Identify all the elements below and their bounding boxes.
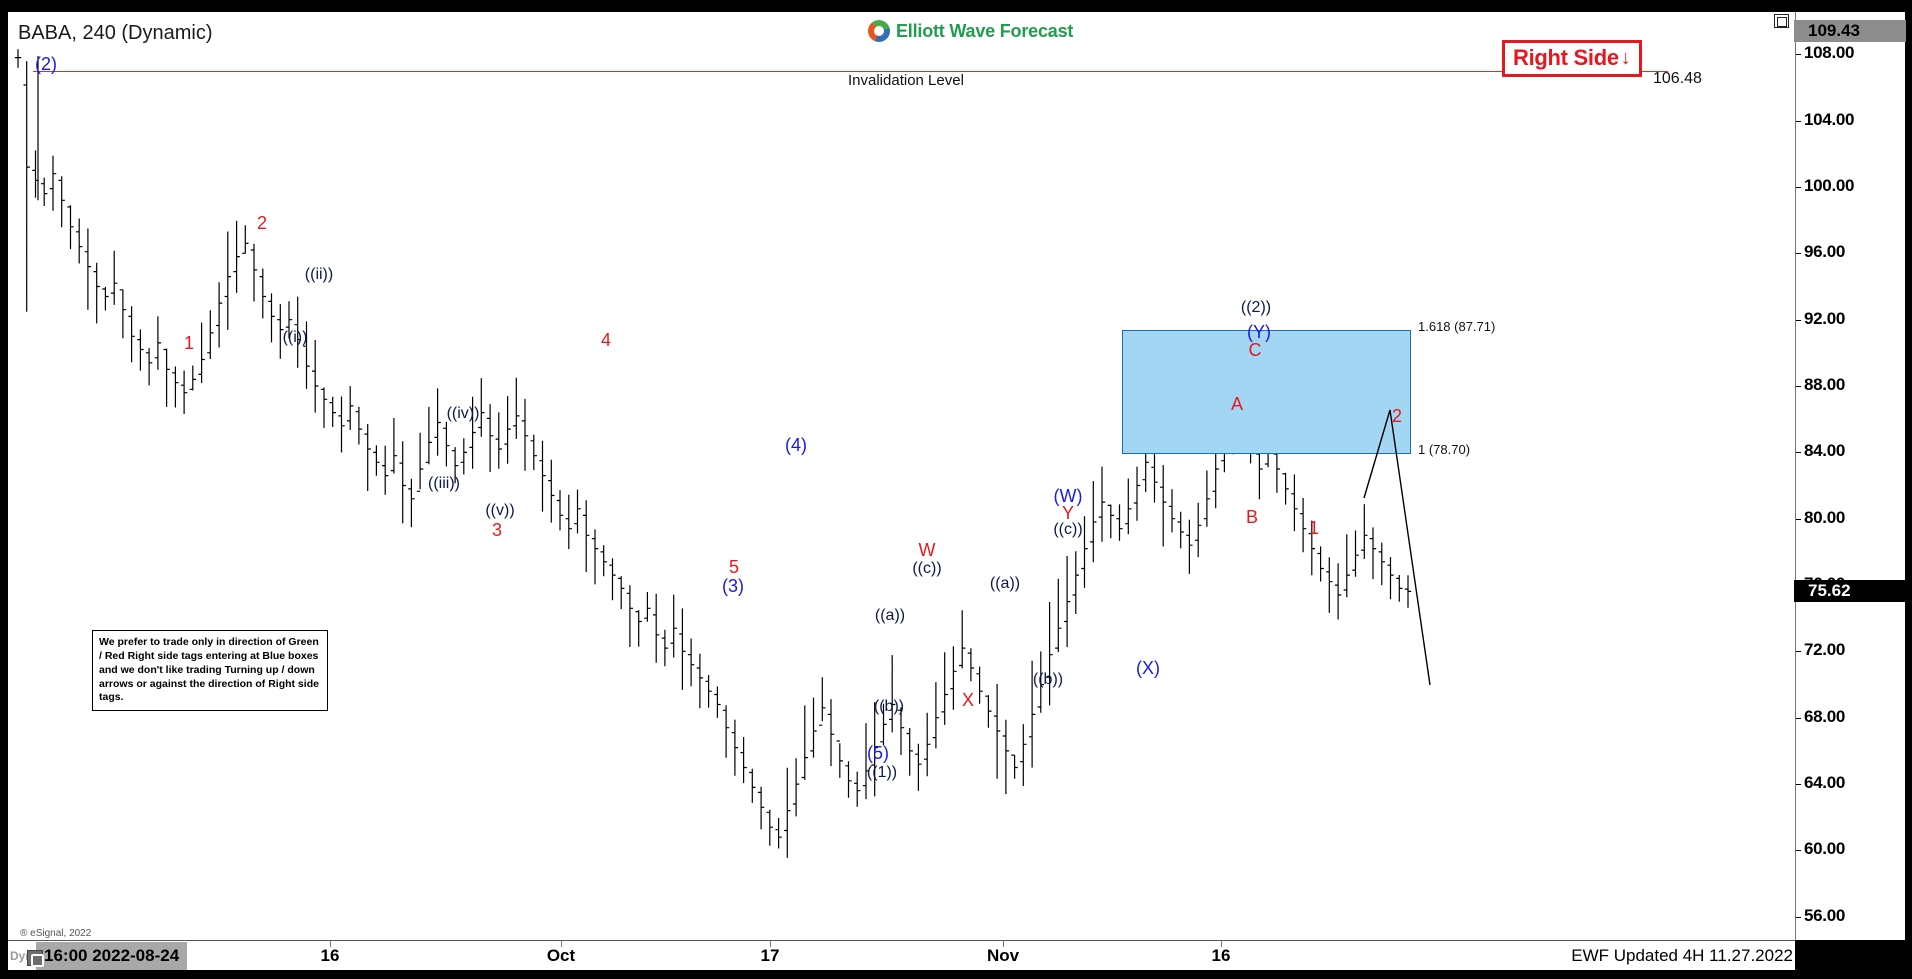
wave-label: ((b))	[1032, 671, 1064, 688]
wave-label: ((a))	[989, 575, 1021, 592]
dynamic-mode-icon[interactable]	[27, 950, 44, 967]
price-tick-label: 60.00	[1804, 839, 1846, 859]
price-tick-label: 88.00	[1804, 375, 1846, 395]
price-tick-mark	[1796, 186, 1801, 188]
wave-label: ((a))	[874, 607, 906, 624]
price-tick-label: 68.00	[1804, 706, 1846, 726]
price-tick-label: 108.00	[1804, 43, 1855, 63]
brand-name: Elliott Wave Forecast	[896, 20, 1074, 41]
wave-label: 2	[1391, 406, 1403, 426]
price-tick-mark	[1796, 916, 1801, 918]
price-tick-label: 80.00	[1804, 507, 1846, 527]
wave-label: Y	[1061, 503, 1075, 523]
last-price-flag: 75.62	[1794, 580, 1906, 603]
wave-label: ((1))	[866, 764, 898, 781]
price-tick-label: 84.00	[1804, 441, 1846, 461]
chart-application: BABA, 240 (Dynamic) Elliott Wave Forecas…	[0, 0, 1912, 979]
price-tick-mark	[1796, 518, 1801, 520]
wave-label: (5)	[867, 743, 889, 763]
wave-label: (Y)	[1247, 322, 1271, 342]
price-tick-mark	[1796, 452, 1801, 454]
time-tick-mark	[1003, 941, 1004, 947]
fibonacci-blue-box[interactable]	[1122, 330, 1411, 454]
time-tick-mark	[330, 941, 331, 947]
invalidation-level-label: Invalidation Level	[844, 72, 968, 89]
arrow-down-icon: ↓	[1620, 47, 1631, 69]
wave-label: 3	[491, 520, 503, 540]
wave-label: ((iv))	[446, 405, 480, 422]
wave-label: ((iii))	[428, 475, 460, 492]
price-tick-label: 104.00	[1804, 109, 1855, 129]
time-tick-label: 16	[1211, 946, 1231, 965]
price-tick-mark	[1796, 784, 1801, 786]
trading-disclaimer-box: We prefer to trade only in direction of …	[92, 630, 328, 712]
chart-window-icon[interactable]	[1774, 14, 1789, 28]
price-tick-label: 64.00	[1804, 773, 1846, 793]
time-tick-label: Nov	[986, 946, 1020, 965]
price-tick-mark	[1796, 850, 1801, 852]
wave-label: 1	[1308, 518, 1320, 538]
page-title: BABA, 240 (Dynamic)	[18, 22, 213, 44]
time-tick-label: 17	[760, 946, 780, 965]
wave-label: (3)	[722, 576, 744, 596]
wave-label: 4	[600, 330, 612, 350]
wave-label: C	[1248, 340, 1262, 360]
fib-extension-label-top: 1.618 (87.71)	[1418, 319, 1496, 334]
price-tick-label: 96.00	[1804, 242, 1846, 262]
wave-label: A	[1230, 394, 1244, 414]
wave-label: (X)	[1136, 658, 1160, 678]
price-tick-label: 92.00	[1804, 308, 1846, 328]
time-axis[interactable]: Dyn 16:00 2022-08-24 16 Oct 17 Nov 16 EWF Up…	[8, 940, 1795, 970]
price-bar-series	[14, 49, 1412, 858]
right-side-label: Right Side	[1513, 45, 1619, 70]
price-tick-mark	[1796, 319, 1801, 321]
fib-extension-label-bottom: 1 (78.70)	[1418, 442, 1471, 457]
price-tick-label: 72.00	[1804, 640, 1846, 660]
price-tick-mark	[1796, 386, 1801, 388]
price-tick-label: 56.00	[1804, 905, 1846, 925]
price-tick-mark	[1796, 717, 1801, 719]
session-high-flag: 109.43	[1794, 19, 1906, 42]
wave-label: B	[1245, 507, 1259, 527]
wave-label: ((c))	[912, 560, 942, 577]
time-tick-mark	[561, 941, 562, 947]
disclaimer-text: We prefer to trade only in direction of …	[99, 636, 319, 704]
current-time-flag: 16:00 2022-08-24	[36, 942, 188, 970]
price-tick-mark	[1796, 651, 1801, 653]
time-tick-mark	[1221, 941, 1222, 947]
wave-label: ((c))	[1053, 521, 1083, 538]
time-tick-label: Oct	[546, 946, 576, 965]
price-tick-mark	[1796, 253, 1801, 255]
wave-label: ((ii))	[304, 266, 334, 283]
wave-label: ((b))	[873, 698, 905, 715]
invalidation-level-price: 106.48	[1653, 70, 1702, 87]
wave-label: ((2))	[1240, 299, 1272, 316]
wave-label: ((v))	[485, 502, 515, 519]
time-tick-mark	[770, 941, 771, 947]
price-tick-mark	[1796, 120, 1801, 122]
esignal-copyright: ® eSignal, 2022	[20, 928, 92, 939]
time-tick-label: 16	[320, 946, 340, 965]
price-tick-mark	[1796, 54, 1801, 56]
wave-label: W	[918, 540, 936, 560]
ewf-updated-label: EWF Updated 4H 11.27.2022	[1571, 946, 1793, 965]
wave-label: 5	[728, 557, 740, 577]
price-tick-label: 100.00	[1804, 175, 1855, 195]
wave-label: 1	[183, 333, 195, 353]
wave-label: (2)	[35, 54, 57, 74]
wave-label: 2	[256, 213, 268, 233]
wave-label: ((i))	[282, 329, 308, 346]
wave-label: (4)	[785, 435, 807, 455]
chart-plot-area[interactable]: BABA, 240 (Dynamic) Elliott Wave Forecas…	[8, 12, 1795, 940]
right-side-badge[interactable]: Right Side ↓	[1502, 40, 1642, 77]
brand-logo: Elliott Wave Forecast	[868, 20, 1073, 42]
wave-label: X	[961, 690, 975, 710]
swirl-logo-icon	[868, 20, 890, 42]
price-axis[interactable]: 108.00 104.00 100.00 96.00 92.00 88.00 84.00 80…	[1774, 12, 1906, 940]
